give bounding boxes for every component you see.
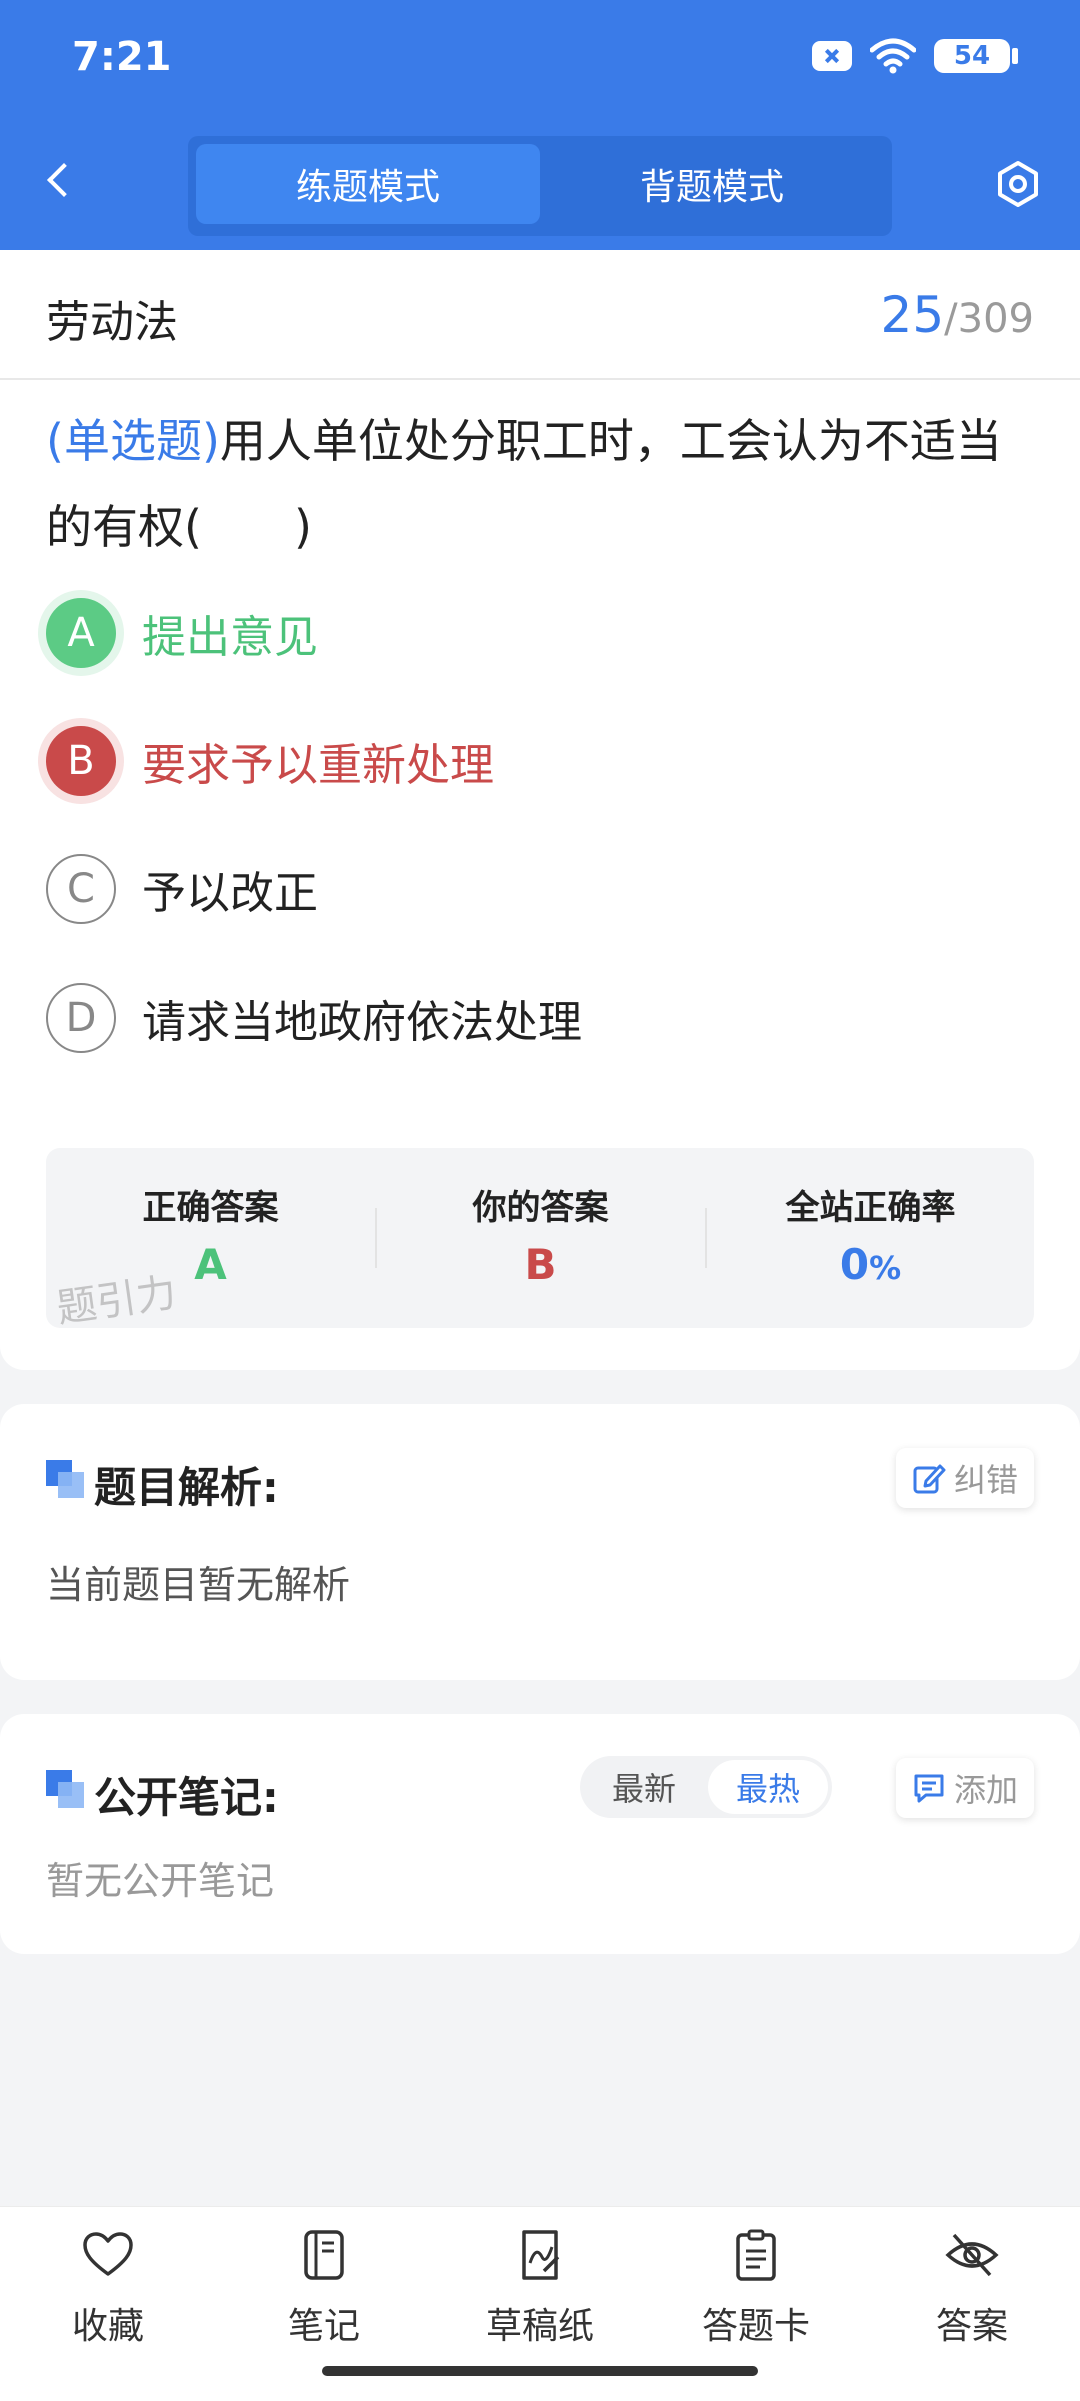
option-letter: D (46, 983, 116, 1053)
correct-answer-label: 正确答案 (142, 1188, 279, 1228)
draft-paper-button[interactable]: 草稿纸 (460, 2227, 620, 2349)
option-letter: A (46, 598, 116, 668)
progress-separator: / (944, 296, 958, 342)
site-accuracy-number: 0 (839, 1240, 870, 1289)
report-error-button[interactable]: 纠错 (895, 1448, 1034, 1508)
option-b[interactable]: B 要求予以重新处理 (46, 726, 494, 796)
site-accuracy-label: 全站正确率 (785, 1188, 956, 1228)
your-answer-value: B (524, 1240, 557, 1289)
answer-card-button[interactable]: 答题卡 (676, 2227, 836, 2349)
notebook-icon (304, 2230, 344, 2280)
mode-switch: 练题模式 背题模式 (188, 136, 892, 236)
analysis-title: 题目解析: (94, 1463, 279, 1512)
notes-title: 公开笔记: (94, 1773, 279, 1822)
public-notes-card: 公开笔记: 最新 最热 添加 暂无公开笔记 (0, 1714, 1080, 1954)
section-marker-icon (46, 1460, 84, 1498)
status-icons: 54 (812, 38, 1018, 74)
analysis-card: 题目解析: 纠错 当前题目暂无解析 (0, 1404, 1080, 1680)
question-card: 劳动法 25/309 (单选题)用人单位处分职工时，工会认为不适当的有权( ) … (0, 250, 1080, 1370)
option-letter: C (46, 854, 116, 924)
current-question-number: 25 (880, 286, 945, 344)
option-text: 请求当地政府依法处理 (142, 997, 582, 1048)
tab-practice-mode[interactable]: 练题模式 (196, 144, 540, 224)
answer-card-icon (736, 2229, 776, 2281)
option-a[interactable]: A 提出意见 (46, 598, 318, 668)
back-icon[interactable] (47, 163, 81, 197)
show-answer-button[interactable]: 答案 (892, 2227, 1052, 2349)
wifi-icon (870, 38, 916, 74)
section-marker-icon (46, 1770, 84, 1808)
add-note-button[interactable]: 添加 (895, 1758, 1034, 1818)
option-d[interactable]: D 请求当地政府依法处理 (46, 983, 582, 1053)
answer-card-label: 答题卡 (701, 2306, 810, 2347)
notes-sort-toggle: 最新 最热 (580, 1756, 832, 1818)
app-header: 7:21 54 练题模式 背题模式 (0, 0, 1080, 250)
add-note-label: 添加 (953, 1771, 1018, 1809)
home-indicator[interactable] (322, 2366, 758, 2376)
option-text: 予以改正 (142, 868, 318, 919)
site-accuracy: 全站正确率 0% (706, 1148, 1035, 1328)
your-answer-label: 你的答案 (472, 1188, 609, 1228)
status-time: 7:21 (72, 34, 172, 80)
settings-icon[interactable] (994, 160, 1042, 208)
your-answer: 你的答案 B (376, 1148, 705, 1328)
option-text: 提出意见 (142, 612, 318, 663)
notes-empty-text: 暂无公开笔记 (46, 1859, 275, 1903)
question-progress[interactable]: 25/309 (881, 286, 1034, 344)
analysis-content: 当前题目暂无解析 (46, 1563, 351, 1607)
report-error-label: 纠错 (953, 1461, 1018, 1499)
subject-title: 劳动法 (46, 297, 178, 348)
subject-row: 劳动法 25/309 (0, 250, 1080, 380)
notes-label: 笔记 (287, 2306, 360, 2347)
option-letter: B (46, 726, 116, 796)
question-type: (单选题) (46, 414, 220, 468)
sort-hot-button[interactable]: 最热 (708, 1760, 828, 1814)
no-sim-icon (812, 41, 852, 71)
heart-icon (83, 2232, 133, 2276)
question-text: (单选题)用人单位处分职工时，工会认为不适当的有权( ) (46, 398, 1036, 570)
favorite-label: 收藏 (71, 2306, 144, 2347)
battery-indicator: 54 (934, 39, 1018, 73)
draft-paper-icon (522, 2230, 560, 2280)
favorite-button[interactable]: 收藏 (28, 2227, 188, 2349)
site-accuracy-unit: % (869, 1249, 902, 1287)
notes-button[interactable]: 笔记 (244, 2227, 404, 2349)
option-text: 要求予以重新处理 (142, 740, 494, 791)
option-c[interactable]: C 予以改正 (46, 854, 318, 924)
total-question-count: 309 (957, 296, 1034, 342)
answer-summary: 正确答案 A 你的答案 B 全站正确率 0% 题引力 (46, 1148, 1035, 1332)
draft-paper-label: 草稿纸 (485, 2306, 594, 2347)
tab-memorize-mode[interactable]: 背题模式 (540, 144, 884, 224)
eye-off-icon (945, 2233, 999, 2277)
sort-latest-button[interactable]: 最新 (584, 1760, 704, 1814)
edit-icon (913, 1464, 946, 1494)
site-accuracy-value: 0% (706, 1240, 1035, 1289)
comment-icon (914, 1774, 944, 1803)
show-answer-label: 答案 (935, 2306, 1008, 2347)
